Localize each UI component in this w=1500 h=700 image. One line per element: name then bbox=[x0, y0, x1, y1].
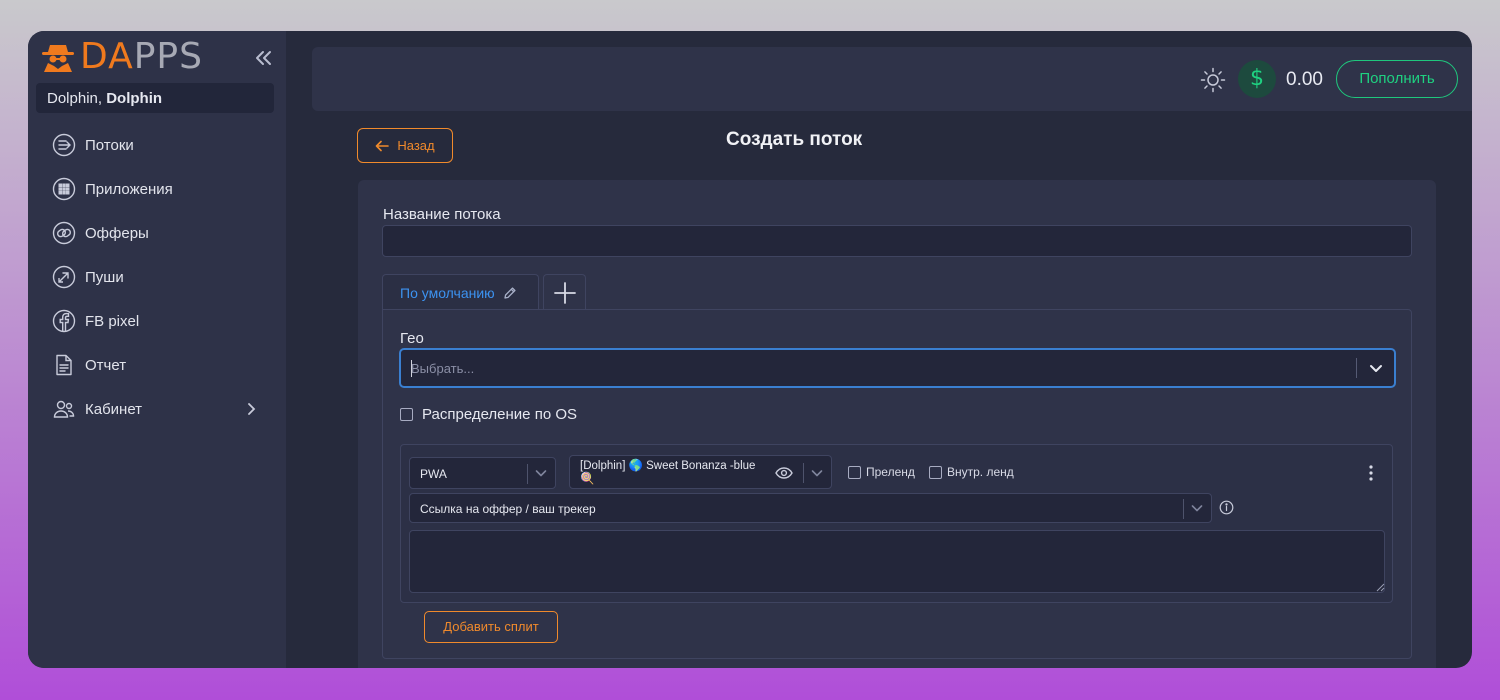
application-value-emoji: 🍭 bbox=[580, 473, 595, 485]
logo-text-secondary: PPS bbox=[133, 36, 203, 77]
sidebar-item-label: Офферы bbox=[85, 224, 149, 242]
checkbox-box[interactable] bbox=[929, 465, 942, 479]
chevron-down-icon[interactable] bbox=[534, 466, 548, 480]
sidebar-item-label: Кабинет bbox=[85, 400, 143, 418]
tab-panel: Гео Выбрать... Распределение по OS PWA [… bbox=[382, 309, 1412, 659]
application-value: [Dolphin] 🌎 Sweet Bonanza -blue bbox=[580, 460, 756, 472]
logo-text-primary: DA bbox=[80, 36, 134, 77]
more-options-icon[interactable] bbox=[1363, 464, 1379, 482]
user-name-box[interactable]: Dolphin, Dolphin bbox=[36, 83, 274, 113]
sidebar-item-label: Потоки bbox=[85, 136, 134, 154]
inner-land-checkbox[interactable]: Внутр. ленд bbox=[929, 465, 1014, 479]
push-icon bbox=[52, 265, 76, 289]
pencil-icon[interactable] bbox=[503, 286, 517, 300]
geo-label: Гео bbox=[400, 330, 424, 347]
select-separator bbox=[527, 464, 528, 484]
application-select[interactable]: [Dolphin] 🌎 Sweet Bonanza -blue 🍭 bbox=[569, 455, 832, 489]
back-button[interactable]: Назад bbox=[357, 128, 453, 163]
app-type-select[interactable]: PWA bbox=[409, 457, 556, 489]
offer-links-textarea[interactable] bbox=[409, 530, 1385, 593]
checkbox-box[interactable] bbox=[848, 465, 861, 479]
sidebar-item-label: FB pixel bbox=[85, 312, 140, 330]
user-second-name: Dolphin bbox=[106, 90, 163, 107]
back-button-label: Назад bbox=[397, 138, 435, 153]
user-first-name: Dolphin, bbox=[47, 90, 103, 107]
apps-grid-icon bbox=[52, 177, 76, 201]
inner-land-label: Внутр. ленд bbox=[947, 465, 1014, 479]
sidebar-item-label: Пуши bbox=[85, 268, 124, 286]
app-type-value: PWA bbox=[420, 467, 447, 481]
sidebar-item-fb-pixel[interactable]: FB pixel bbox=[28, 299, 286, 343]
resize-grip-icon[interactable] bbox=[1376, 583, 1385, 592]
plus-icon bbox=[553, 281, 576, 304]
sidebar-item-apps[interactable]: Приложения bbox=[28, 167, 286, 211]
chevron-right-icon bbox=[248, 403, 256, 415]
sidebar-item-offers[interactable]: Офферы bbox=[28, 211, 286, 255]
theme-toggle-sun-icon[interactable] bbox=[1200, 67, 1226, 93]
split-row: PWA [Dolphin] 🌎 Sweet Bonanza -blue 🍭 Пр… bbox=[400, 444, 1393, 603]
streams-icon bbox=[52, 133, 76, 157]
tab-default-label: По умолчанию bbox=[400, 284, 495, 301]
link-icon bbox=[52, 221, 76, 245]
topup-button[interactable]: Пополнить bbox=[1336, 60, 1458, 98]
chevron-down-icon[interactable] bbox=[1368, 360, 1384, 376]
geo-select[interactable]: Выбрать... bbox=[399, 348, 1396, 388]
chevron-down-icon[interactable] bbox=[810, 466, 824, 480]
sidebar-nav: Потоки Приложения Офферы Пуши FB pixel О… bbox=[28, 123, 286, 431]
select-separator bbox=[1183, 499, 1184, 519]
info-icon[interactable] bbox=[1219, 500, 1234, 515]
sidebar-item-streams[interactable]: Потоки bbox=[28, 123, 286, 167]
sidebar-item-label: Отчет bbox=[85, 356, 127, 374]
spy-logo-icon bbox=[42, 45, 74, 72]
os-distribution-label: Распределение по OS bbox=[422, 406, 577, 423]
sidebar-item-label: Приложения bbox=[85, 180, 173, 198]
chevron-down-icon[interactable] bbox=[1190, 501, 1204, 515]
stream-name-input[interactable] bbox=[382, 225, 1412, 257]
users-icon bbox=[53, 400, 75, 418]
offer-link-placeholder: Ссылка на оффер / ваш трекер bbox=[420, 502, 596, 516]
sidebar-item-cabinet[interactable]: Кабинет bbox=[28, 387, 286, 431]
top-bar: $ 0.00 Пополнить bbox=[312, 47, 1472, 111]
page-title: Создать поток bbox=[726, 129, 863, 150]
stream-name-label: Название потока bbox=[383, 206, 501, 223]
preland-label: Преленд bbox=[866, 465, 915, 479]
checkbox-box[interactable] bbox=[400, 408, 413, 421]
select-separator bbox=[1356, 358, 1357, 378]
os-distribution-checkbox[interactable]: Распределение по OS bbox=[400, 406, 577, 423]
geo-select-placeholder: Выбрать... bbox=[411, 361, 475, 376]
tab-default[interactable]: По умолчанию bbox=[382, 274, 539, 310]
add-split-button[interactable]: Добавить сплит bbox=[424, 611, 558, 643]
app-window: DAPPS Dolphin, Dolphin Потоки Приложения… bbox=[28, 31, 1472, 668]
facebook-icon bbox=[52, 309, 76, 333]
logo[interactable]: DAPPS bbox=[38, 39, 203, 75]
preland-checkbox[interactable]: Преленд bbox=[848, 465, 915, 479]
collapse-sidebar-icon[interactable] bbox=[252, 47, 274, 69]
balance-dollar-icon: $ bbox=[1238, 60, 1276, 98]
sidebar-item-report[interactable]: Отчет bbox=[28, 343, 286, 387]
eye-icon[interactable] bbox=[775, 465, 793, 481]
sidebar-item-pushes[interactable]: Пуши bbox=[28, 255, 286, 299]
balance-amount: 0.00 bbox=[1286, 69, 1323, 90]
sidebar: DAPPS Dolphin, Dolphin Потоки Приложения… bbox=[28, 31, 286, 668]
add-tab-button[interactable] bbox=[543, 274, 586, 310]
select-separator bbox=[803, 463, 804, 483]
arrow-left-icon bbox=[376, 140, 390, 151]
report-icon bbox=[56, 354, 72, 376]
offer-link-select[interactable]: Ссылка на оффер / ваш трекер bbox=[409, 493, 1212, 523]
create-stream-form: Название потока По умолчанию Гео Выбрать… bbox=[358, 180, 1436, 668]
